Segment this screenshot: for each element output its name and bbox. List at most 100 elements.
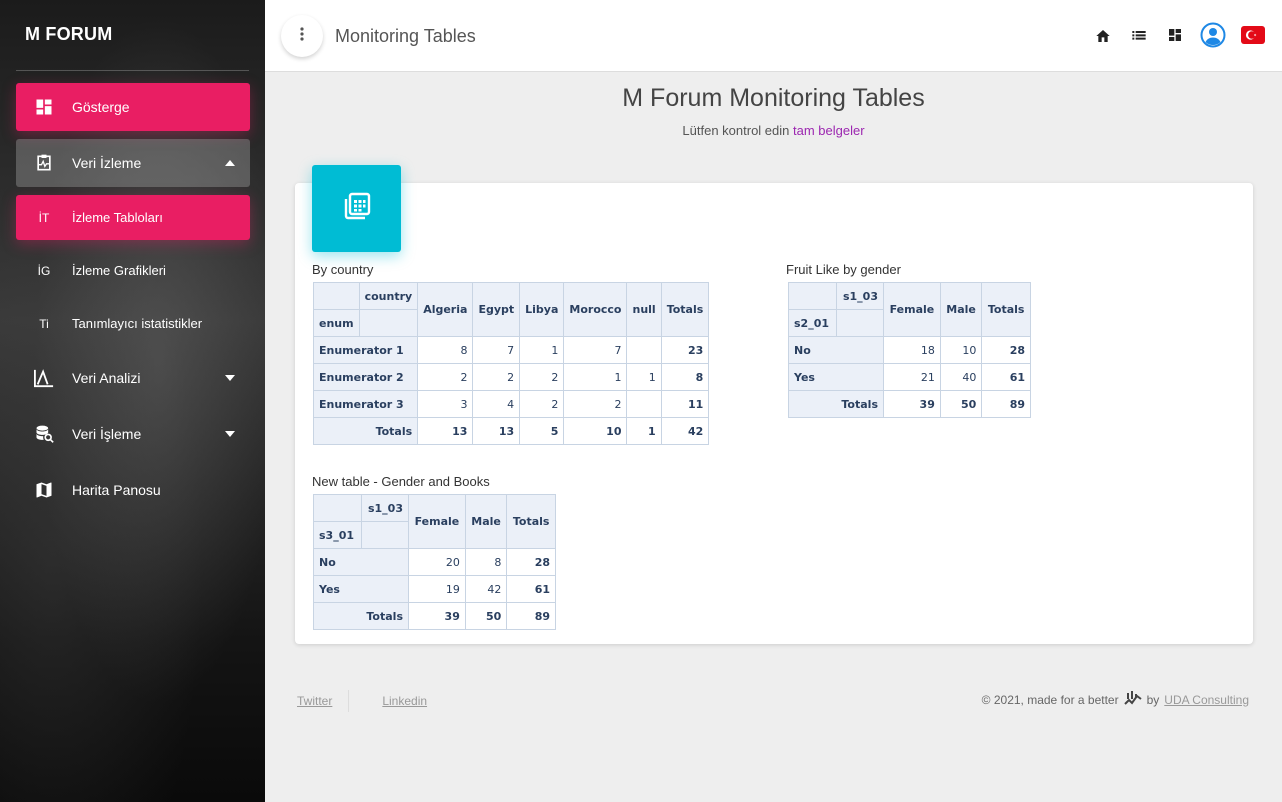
grand-total: 89 [506,602,556,630]
row-var-label: s2_01 [788,309,837,337]
linkedin-link[interactable]: Linkedin [382,694,427,708]
row-header: No [313,548,409,576]
pivot-corner [358,309,419,337]
totals-row: Totals 39 50 89 [313,602,556,630]
row-header: No [788,336,884,364]
row-total: 11 [660,390,710,418]
table-cell: 8 [464,548,508,576]
table-cell: 21 [883,363,941,391]
sidebar-item-label: Gösterge [72,99,130,115]
table-cell: 18 [883,336,941,364]
col-header: Totals [981,282,1031,337]
pivot-table-gender-books: s1_03 Female Male Totals s3_01 No 20 8 2… [313,494,556,630]
table-cell: 1 [626,363,662,391]
col-header: Morocco [563,282,628,337]
col-header: Male [939,282,983,337]
sidebar-item-label: Harita Panosu [72,482,161,498]
top-navbar: Monitoring Tables [265,0,1282,72]
more-vert-icon [300,26,304,46]
pivot-corner [361,521,409,549]
turkey-flag-icon[interactable] [1240,24,1266,46]
column-total: 13 [472,417,521,445]
sidebar-item-abbr: İG [37,263,51,278]
column-total: 50 [939,390,983,418]
totals-label: Totals [312,417,419,445]
sidebar-nav: Gösterge Veri İzleme İT İzleme Tabloları… [16,83,250,522]
sidebar-item-tanimlayici[interactable]: Ti Tanımlayıcı istatistikler [16,301,250,346]
table-cell: 10 [939,336,983,364]
dashboard-icon [16,97,72,117]
row-header: Yes [788,363,884,391]
twitter-link[interactable]: Twitter [297,694,332,708]
table-title: Fruit Like by gender [786,262,901,277]
sidebar-item-label: Tanımlayıcı istatistikler [72,316,203,331]
by-text: by [1146,692,1160,707]
col-header: Totals [660,282,710,337]
analytics-logo-icon [1123,690,1142,709]
row-header: Enumerator 1 [312,336,419,364]
sidebar-item-label: Veri İzleme [72,155,142,171]
table-row: Enumerator 2 2 2 2 1 1 8 [312,363,710,391]
table-title: By country [312,262,374,277]
documentation-link[interactable]: tam belgeler [793,123,865,138]
page-title: Monitoring Tables [335,26,476,46]
table-cell: 4 [472,390,521,418]
dashboard-icon[interactable] [1164,24,1186,46]
col-header: Female [883,282,941,337]
sidebar-item-veri-izleme[interactable]: Veri İzleme [16,139,250,187]
table-cell [626,390,662,418]
row-total: 8 [660,363,710,391]
row-total: 61 [981,363,1031,391]
col-header: Libya [519,282,565,337]
table-view-icon [342,191,372,226]
sidebar-item-gosterge[interactable]: Gösterge [16,83,250,131]
account-icon[interactable] [1200,22,1226,48]
sidebar-item-label: İzleme Grafikleri [72,263,166,278]
row-total: 23 [660,336,710,364]
table-cell: 2 [519,390,565,418]
sidebar-item-izleme-grafikleri[interactable]: İG İzleme Grafikleri [16,248,250,293]
list-icon[interactable] [1128,24,1150,46]
row-total: 28 [506,548,556,576]
col-var-label: s1_03 [361,494,409,522]
analytics-icon [16,368,72,388]
table-cell: 20 [408,548,466,576]
totals-label: Totals [788,390,884,418]
table-cell: 3 [417,390,474,418]
table-cell: 2 [472,363,521,391]
col-header: Totals [506,494,556,549]
column-total: 5 [519,417,565,445]
totals-label: Totals [313,602,409,630]
top-actions [1092,22,1266,48]
table-cell: 2 [417,363,474,391]
sidebar-item-harita-panosu[interactable]: Harita Panosu [16,466,250,514]
home-icon[interactable] [1092,24,1114,46]
table-row: Yes 21 40 61 [788,363,1031,391]
sidebar-toggle-button[interactable] [281,15,323,57]
chevron-up-icon [210,160,250,166]
column-total: 50 [464,602,508,630]
sidebar-item-abbr: İT [38,210,50,225]
table-row: No 20 8 28 [313,548,556,576]
sidebar-item-veri-analizi[interactable]: Veri Analizi [16,354,250,402]
brand-logo[interactable]: M FORUM [0,0,265,71]
company-link[interactable]: UDA Consulting [1164,693,1249,707]
footer-divider [348,690,350,712]
table-cell: 7 [563,336,628,364]
subtitle: Lütfen kontrol edin tam belgeler [265,123,1282,138]
sidebar-item-izleme-tablolari[interactable]: İT İzleme Tabloları [16,195,250,240]
col-header: Male [464,494,508,549]
sidebar-item-label: Veri Analizi [72,370,141,386]
table-row: Enumerator 3 3 4 2 2 11 [312,390,710,418]
col-header: Algeria [417,282,474,337]
monitor-heart-icon [16,153,72,173]
sidebar-item-veri-isleme[interactable]: Veri İşleme [16,410,250,458]
table-cell: 42 [464,575,508,603]
sidebar: M FORUM Gösterge Veri İzleme İT İzleme T… [0,0,265,802]
main-title: M Forum Monitoring Tables [622,84,925,112]
table-cell: 7 [472,336,521,364]
column-total: 39 [408,602,466,630]
pivot-corner [313,282,360,310]
column-total: 10 [563,417,628,445]
col-header: Female [408,494,466,549]
